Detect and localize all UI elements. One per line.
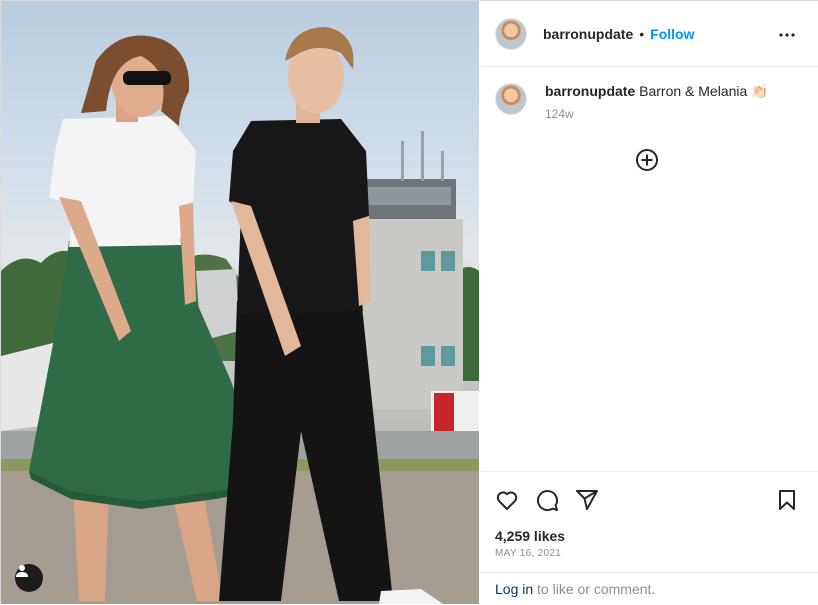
- caption-line: barronupdate Barron & Melania 👏🏻: [545, 81, 769, 101]
- photo-illustration: [1, 27, 479, 604]
- bookmark-icon: [779, 490, 795, 510]
- like-button[interactable]: [493, 486, 521, 514]
- follow-button[interactable]: Follow: [650, 26, 694, 42]
- save-button[interactable]: [773, 486, 801, 514]
- avatar[interactable]: [495, 17, 527, 50]
- separator-dot: •: [639, 25, 645, 42]
- heart-icon: [496, 491, 518, 510]
- comment-bubble-icon: [537, 490, 559, 512]
- post-photo[interactable]: [1, 1, 479, 604]
- caption-username[interactable]: barronupdate: [545, 83, 635, 99]
- load-more-comments-button[interactable]: [635, 148, 659, 172]
- action-bar: [493, 486, 803, 514]
- caption-time[interactable]: 124w: [545, 107, 769, 121]
- post-footer: 4,259 likes MAY 16, 2021 Log in to like …: [479, 471, 818, 604]
- caption-text: Barron & Melania 👏🏻: [639, 83, 769, 99]
- user-tag-icon: [16, 565, 28, 577]
- login-suffix: to like or comment.: [533, 581, 656, 597]
- user-tag-button[interactable]: [15, 564, 43, 592]
- username-link[interactable]: barronupdate: [543, 26, 633, 42]
- control-tower: [363, 219, 463, 409]
- login-prompt: Log in to like or comment.: [479, 572, 818, 605]
- post-date[interactable]: MAY 16, 2021: [495, 548, 561, 559]
- likes-count[interactable]: 4,259 likes: [495, 528, 565, 544]
- post-header: barronupdate • Follow: [479, 1, 818, 67]
- instagram-post: barronupdate • Follow barronupdate Barro…: [0, 0, 818, 604]
- post-side-panel: barronupdate • Follow barronupdate Barro…: [479, 1, 818, 604]
- share-button[interactable]: [573, 486, 601, 514]
- plus-circle-icon: [636, 149, 658, 171]
- login-link[interactable]: Log in: [495, 581, 533, 597]
- comment-button[interactable]: [533, 486, 561, 514]
- paper-plane-icon: [576, 490, 598, 510]
- caption-body: barronupdate Barron & Melania 👏🏻 124w: [545, 81, 769, 121]
- fire-truck: [434, 393, 454, 431]
- caption: barronupdate Barron & Melania 👏🏻 124w: [495, 81, 805, 121]
- caption-avatar[interactable]: [495, 83, 527, 115]
- more-options-button[interactable]: [777, 25, 797, 45]
- more-options-icon: [779, 33, 795, 37]
